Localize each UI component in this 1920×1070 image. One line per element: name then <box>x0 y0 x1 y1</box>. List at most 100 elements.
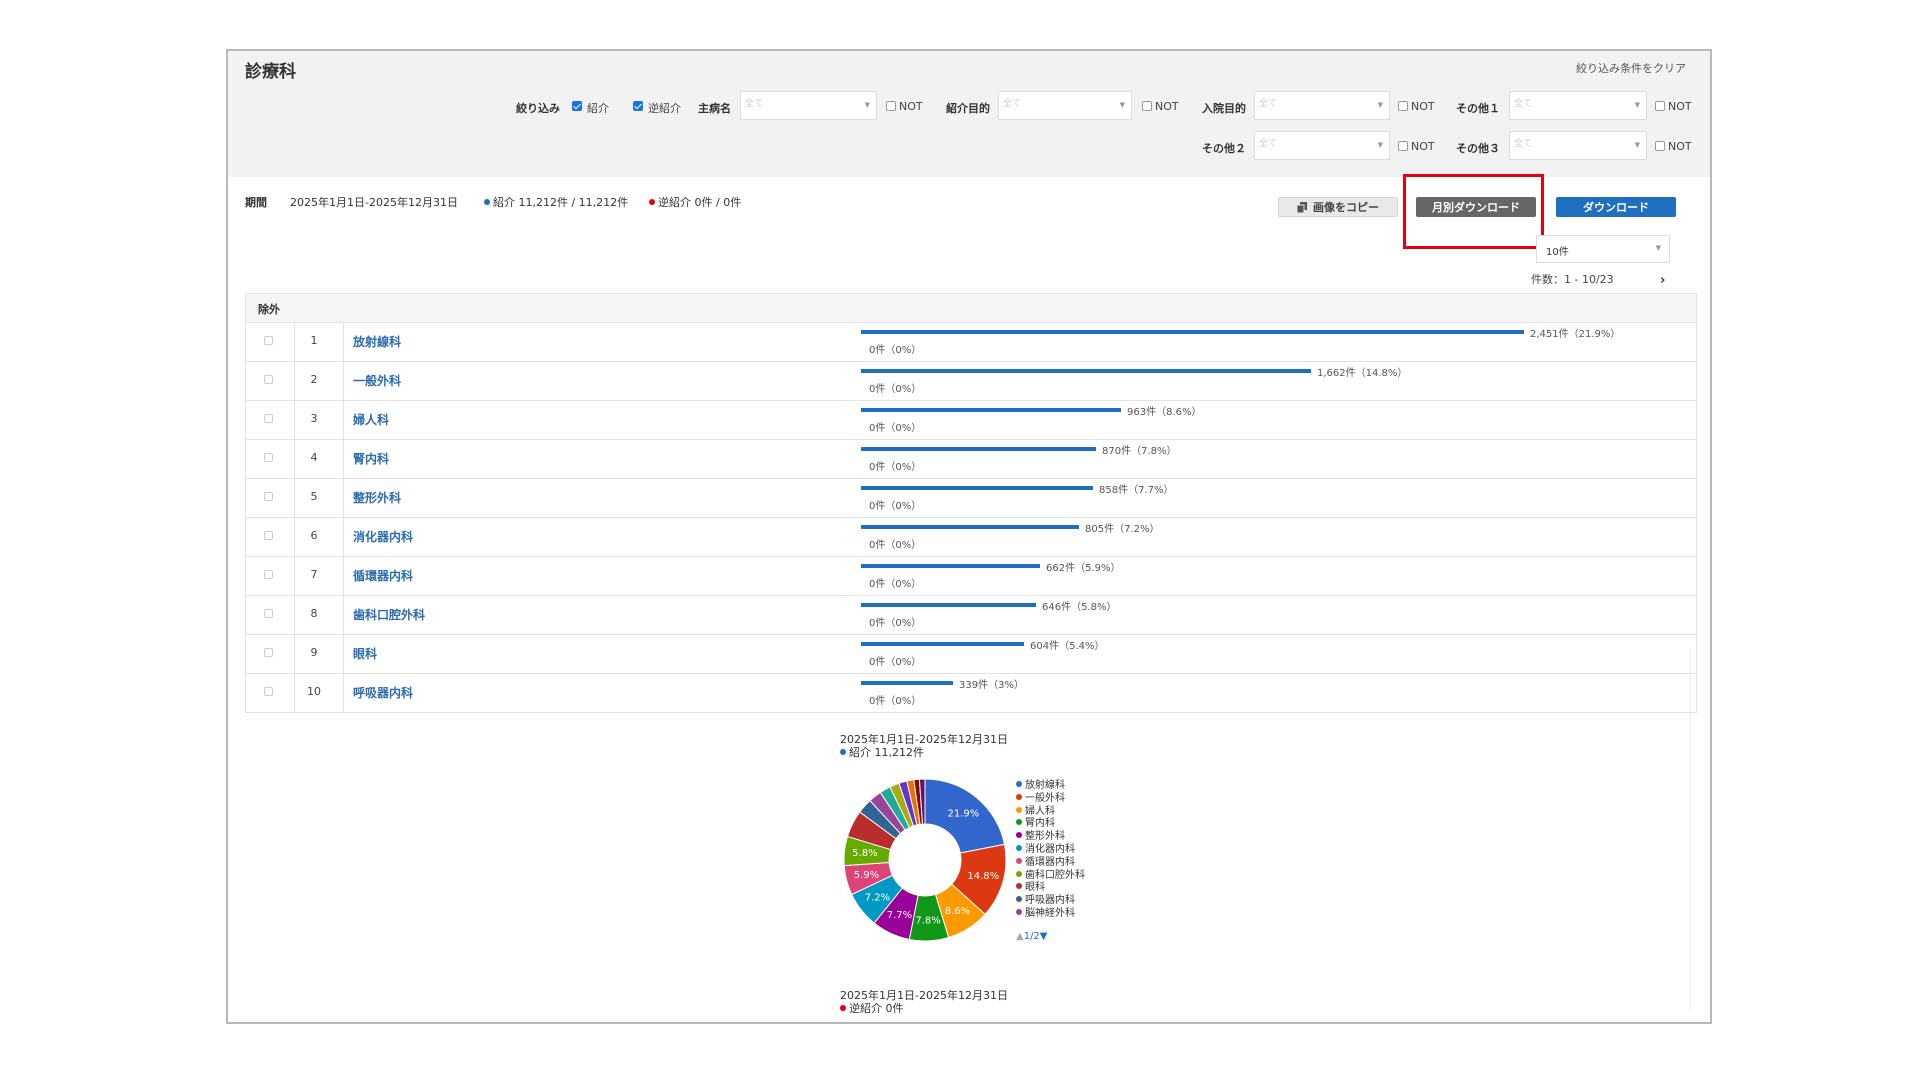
exclude-checkbox[interactable] <box>264 453 273 462</box>
pie-slice-label: 8.6% <box>945 906 970 917</box>
referral-dot-icon <box>840 749 846 755</box>
exclude-checkbox[interactable] <box>264 609 273 618</box>
main-disease-label: 主病名 <box>698 102 731 115</box>
pie-subtitle: 紹介 11,212件 <box>840 744 924 760</box>
legend-item[interactable]: 整形外科 <box>1016 831 1085 844</box>
exclude-checkbox[interactable] <box>264 687 273 696</box>
referral-bar-label: 805件（7.2%） <box>1085 524 1160 535</box>
exclude-checkbox[interactable] <box>264 414 273 423</box>
select-placeholder: 全て <box>1003 99 1022 109</box>
legend-item[interactable]: 放射線科 <box>1016 780 1085 793</box>
row-index: 2 <box>310 373 318 386</box>
row-index: 4 <box>310 451 318 464</box>
next-page-icon[interactable]: › <box>1660 273 1665 288</box>
department-name-link[interactable]: 一般外科 <box>353 372 401 389</box>
exclude-checkbox[interactable] <box>264 492 273 501</box>
table-row: 8 歯科口腔外科 646件（5.8%） 0件（0%） <box>246 596 1696 635</box>
other2-label: その他２ <box>1202 142 1246 155</box>
legend-item[interactable]: 消化器内科 <box>1016 844 1085 857</box>
reverse-bar-label: 0件（0%） <box>869 462 922 473</box>
table-row: 5 整形外科 858件（7.7%） 0件（0%） <box>246 479 1696 518</box>
main-disease-not-checkbox[interactable] <box>886 101 896 111</box>
legend-dot-icon <box>1016 819 1022 826</box>
pie-subtitle-text: 紹介 11,212件 <box>849 746 924 759</box>
legend-dot-icon <box>1016 832 1022 839</box>
reverse-summary: 逆紹介 0件 / 0件 <box>649 194 741 210</box>
exclude-header: 除外 <box>258 303 280 316</box>
referral-purpose-select[interactable]: 全て ▼ <box>998 91 1132 120</box>
legend-dot-icon <box>1016 883 1022 890</box>
copy-icon <box>1297 201 1307 213</box>
other2-not-checkbox[interactable] <box>1398 141 1408 151</box>
department-name-link[interactable]: 整形外科 <box>353 489 401 506</box>
table-body: 1 放射線科 2,451件（21.9%） 0件（0%） 2 一般外科 1,662件（14.8… <box>246 323 1696 713</box>
copy-image-button[interactable]: 画像をコピー <box>1278 197 1398 217</box>
legend-item[interactable]: 呼吸器内科 <box>1016 895 1085 908</box>
department-name-link[interactable]: 呼吸器内科 <box>353 684 413 701</box>
department-name-link[interactable]: 腎内科 <box>353 450 389 467</box>
not-label: NOT <box>1668 100 1692 113</box>
legend-prev-icon[interactable]: ▲ <box>1016 931 1024 942</box>
referral-checkbox[interactable] <box>572 101 582 111</box>
exclude-checkbox[interactable] <box>264 648 273 657</box>
select-placeholder: 全て <box>745 99 764 109</box>
not-label: NOT <box>1668 140 1692 153</box>
legend-item[interactable]: 一般外科 <box>1016 793 1085 806</box>
second-pie-subtitle-text: 逆紹介 0件 <box>849 1002 904 1015</box>
legend-item[interactable]: 腎内科 <box>1016 818 1085 831</box>
referral-bar <box>861 603 1036 607</box>
department-name-link[interactable]: 循環器内科 <box>353 567 413 584</box>
exclude-checkbox[interactable] <box>264 570 273 579</box>
download-button[interactable]: ダウンロード <box>1556 197 1676 217</box>
per-page-select[interactable]: 10件 ▼ <box>1536 235 1670 263</box>
legend-dot-icon <box>1016 806 1022 813</box>
legend-label: 整形外科 <box>1025 831 1065 843</box>
reverse-referral-checkbox[interactable] <box>633 101 643 111</box>
highlight-box <box>1403 174 1544 249</box>
legend-next-icon[interactable]: ▼ <box>1040 931 1048 942</box>
department-name-link[interactable]: 眼科 <box>353 645 377 662</box>
legend-dot-icon <box>1016 844 1022 851</box>
other3-select[interactable]: 全て ▼ <box>1509 131 1647 160</box>
reverse-bar-label: 0件（0%） <box>869 618 922 629</box>
other3-not-checkbox[interactable] <box>1655 141 1665 151</box>
pie-legend: 放射線科一般外科 婦人科 腎内科 整形外科 消化器内科 循環器内科 歯科口腔外科 眼科 呼吸器内… <box>1016 780 1085 921</box>
department-name-link[interactable]: 消化器内科 <box>353 528 413 545</box>
legend-item[interactable]: 脳神経外科 <box>1016 908 1085 921</box>
legend-label: 放射線科 <box>1025 780 1065 791</box>
department-panel: 診療科 絞り込み条件をクリア 絞り込み 紹介 逆紹介 主病名 全て ▼ NOT 紹… <box>226 49 1712 1024</box>
other1-not-checkbox[interactable] <box>1655 101 1665 111</box>
reverse-bar-label: 0件（0%） <box>869 501 922 512</box>
filter-header: 診療科 絞り込み条件をクリア 絞り込み 紹介 逆紹介 主病名 全て ▼ NOT 紹… <box>228 51 1710 177</box>
admission-purpose-label: 入院目的 <box>1202 102 1246 115</box>
table-row: 6 消化器内科 805件（7.2%） 0件（0%） <box>246 518 1696 557</box>
row-index: 8 <box>310 607 318 620</box>
legend-label: 脳神経外科 <box>1025 907 1075 919</box>
referral-purpose-not-checkbox[interactable] <box>1142 101 1152 111</box>
legend-item[interactable]: 循環器内科 <box>1016 857 1085 870</box>
main-disease-select[interactable]: 全て ▼ <box>740 91 877 120</box>
legend-item[interactable]: 婦人科 <box>1016 806 1085 819</box>
table-row: 10 呼吸器内科 339件（3%） 0件（0%） <box>246 674 1696 713</box>
exclude-checkbox[interactable] <box>264 336 273 345</box>
other2-select[interactable]: 全て ▼ <box>1254 131 1390 160</box>
exclude-checkbox[interactable] <box>264 531 273 540</box>
referral-bar <box>861 525 1079 529</box>
referral-pie-chart: 21.9% 14.8% 8.6% 7.8%7.7% 7.2% 5.9% 5.8% <box>843 778 1007 942</box>
referral-bar <box>861 330 1524 334</box>
department-name-link[interactable]: 婦人科 <box>353 411 389 428</box>
other1-select[interactable]: 全て ▼ <box>1509 91 1647 120</box>
exclude-checkbox[interactable] <box>264 375 273 384</box>
row-index: 10 <box>307 685 321 698</box>
reverse-bar-label: 0件（0%） <box>869 345 922 356</box>
admission-purpose-select[interactable]: 全て ▼ <box>1254 91 1390 120</box>
legend-item[interactable]: 眼科 <box>1016 882 1085 895</box>
legend-dot-icon <box>1016 781 1022 787</box>
reverse-summary-text: 逆紹介 0件 / 0件 <box>658 196 742 209</box>
department-name-link[interactable]: 放射線科 <box>353 333 401 350</box>
legend-item[interactable]: 歯科口腔外科 <box>1016 870 1085 883</box>
clear-filters-link[interactable]: 絞り込み条件をクリア <box>1576 60 1686 76</box>
caret-down-icon: ▼ <box>1655 244 1661 252</box>
department-name-link[interactable]: 歯科口腔外科 <box>353 606 425 623</box>
admission-purpose-not-checkbox[interactable] <box>1398 101 1408 111</box>
